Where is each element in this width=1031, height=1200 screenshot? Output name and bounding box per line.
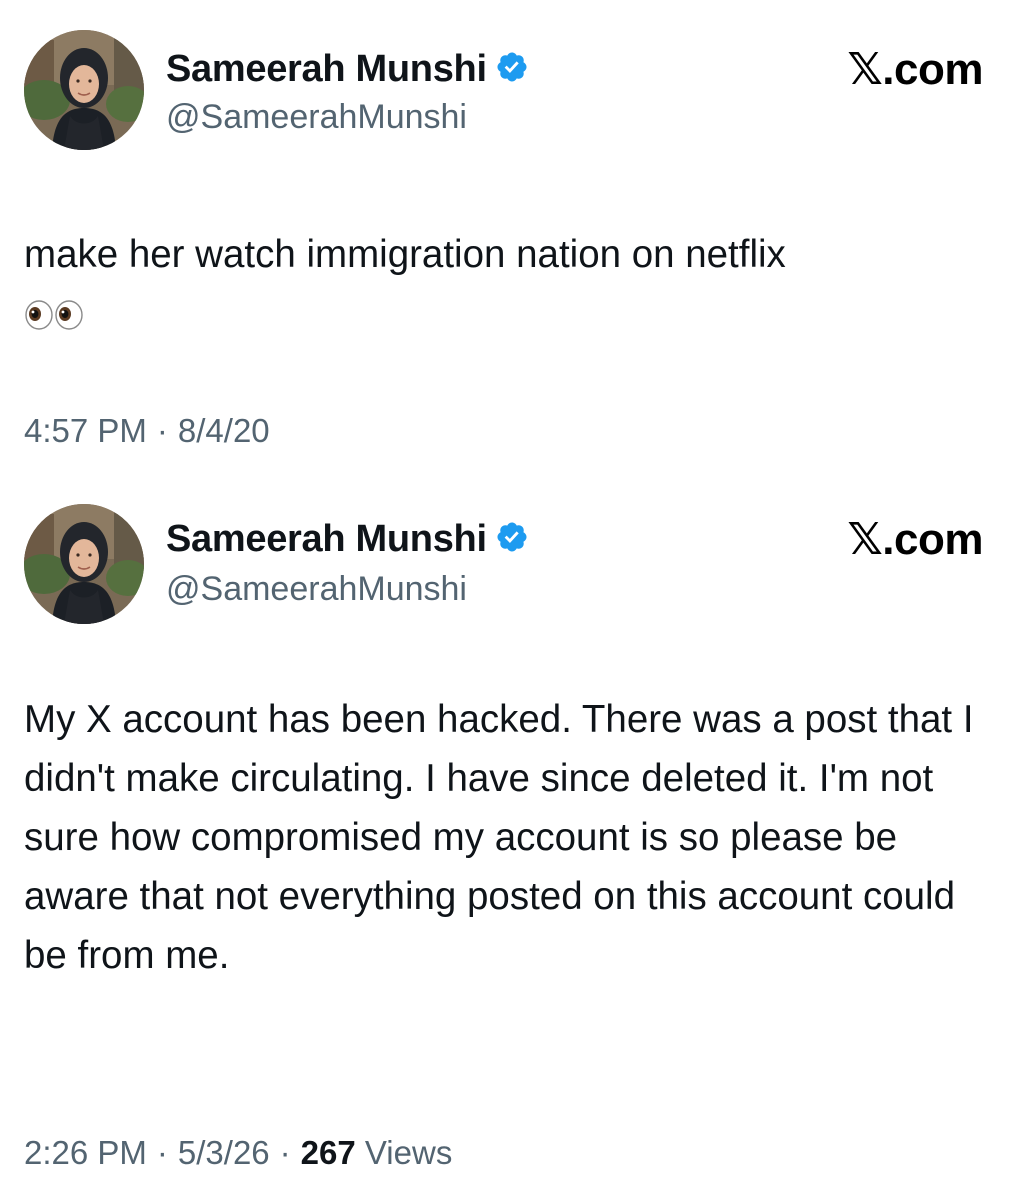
tweet-date[interactable]: 5/3/26 bbox=[178, 1134, 270, 1171]
author-handle[interactable]: @SameerahMunshi bbox=[166, 98, 467, 137]
author-name[interactable]: Sameerah Munshi bbox=[166, 48, 529, 91]
x-logo-label[interactable]: 𝕏.com bbox=[847, 44, 983, 95]
x-logo-label[interactable]: 𝕏.com bbox=[847, 514, 983, 565]
author-handle[interactable]: @SameerahMunshi bbox=[166, 570, 467, 609]
views-label: Views bbox=[364, 1134, 453, 1171]
author-name[interactable]: Sameerah Munshi bbox=[166, 518, 529, 561]
avatar[interactable] bbox=[24, 30, 144, 150]
avatar[interactable] bbox=[24, 504, 144, 624]
meta-separator: · bbox=[279, 1134, 291, 1171]
tweet-date[interactable]: 8/4/20 bbox=[178, 412, 270, 449]
author-name-text[interactable]: Sameerah Munshi bbox=[166, 518, 487, 560]
tweet-text-body: make her watch immigration nation on net… bbox=[24, 233, 786, 276]
views-count: 267 bbox=[300, 1134, 356, 1171]
author-name-text[interactable]: Sameerah Munshi bbox=[166, 48, 487, 90]
avatar-photo bbox=[24, 504, 144, 624]
eyes-icon bbox=[25, 300, 83, 330]
tweet-text: make her watch immigration nation on net… bbox=[24, 225, 991, 343]
meta-separator: · bbox=[156, 1134, 168, 1171]
tweet-time[interactable]: 4:57 PM bbox=[24, 412, 147, 449]
tweet-meta: 2:26 PM · 5/3/26 · 267 Views bbox=[24, 1134, 452, 1172]
tweet-meta: 4:57 PM · 8/4/20 bbox=[24, 412, 270, 450]
tweet-text: My X account has been hacked. There was … bbox=[24, 698, 974, 977]
tweet-card-1: Sameerah Munshi @SameerahMunshi 𝕏.com ma… bbox=[0, 0, 1031, 470]
tweet-time[interactable]: 2:26 PM bbox=[24, 1134, 147, 1171]
verified-badge-icon bbox=[497, 522, 527, 552]
tweet-card-2: Sameerah Munshi @SameerahMunshi 𝕏.com My… bbox=[0, 470, 1031, 1200]
avatar-photo bbox=[24, 30, 144, 150]
verified-badge-icon bbox=[497, 52, 527, 82]
meta-separator: · bbox=[156, 412, 168, 449]
